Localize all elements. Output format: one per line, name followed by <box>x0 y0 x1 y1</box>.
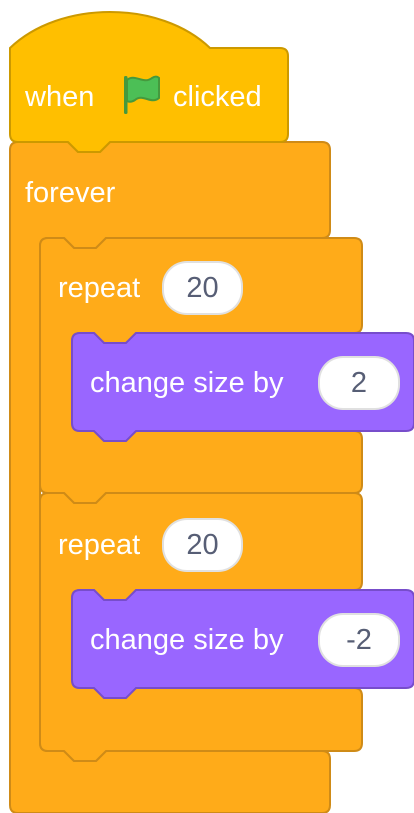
repeat-count-input-1[interactable]: 20 <box>162 261 243 315</box>
repeat-count-value-1: 20 <box>186 271 219 304</box>
repeat-label-1: repeat <box>58 272 141 304</box>
forever-label: forever <box>25 177 116 209</box>
script-canvas: when clicked forever repeat 20 change si… <box>0 0 414 813</box>
change-size-value-1: 2 <box>350 366 368 399</box>
change-size-label-2: change size by <box>90 624 284 656</box>
repeat-label-2: repeat <box>58 529 141 561</box>
change-size-value-input-2[interactable]: -2 <box>318 613 400 667</box>
change-size-value-2: -2 <box>346 623 372 656</box>
change-size-label-1: change size by <box>90 367 284 399</box>
when-label: when <box>25 81 95 113</box>
repeat-count-value-2: 20 <box>186 528 219 561</box>
repeat-count-input-2[interactable]: 20 <box>162 518 243 572</box>
change-size-value-input-1[interactable]: 2 <box>318 356 400 410</box>
green-flag-icon <box>124 75 160 114</box>
clicked-label: clicked <box>173 81 262 113</box>
